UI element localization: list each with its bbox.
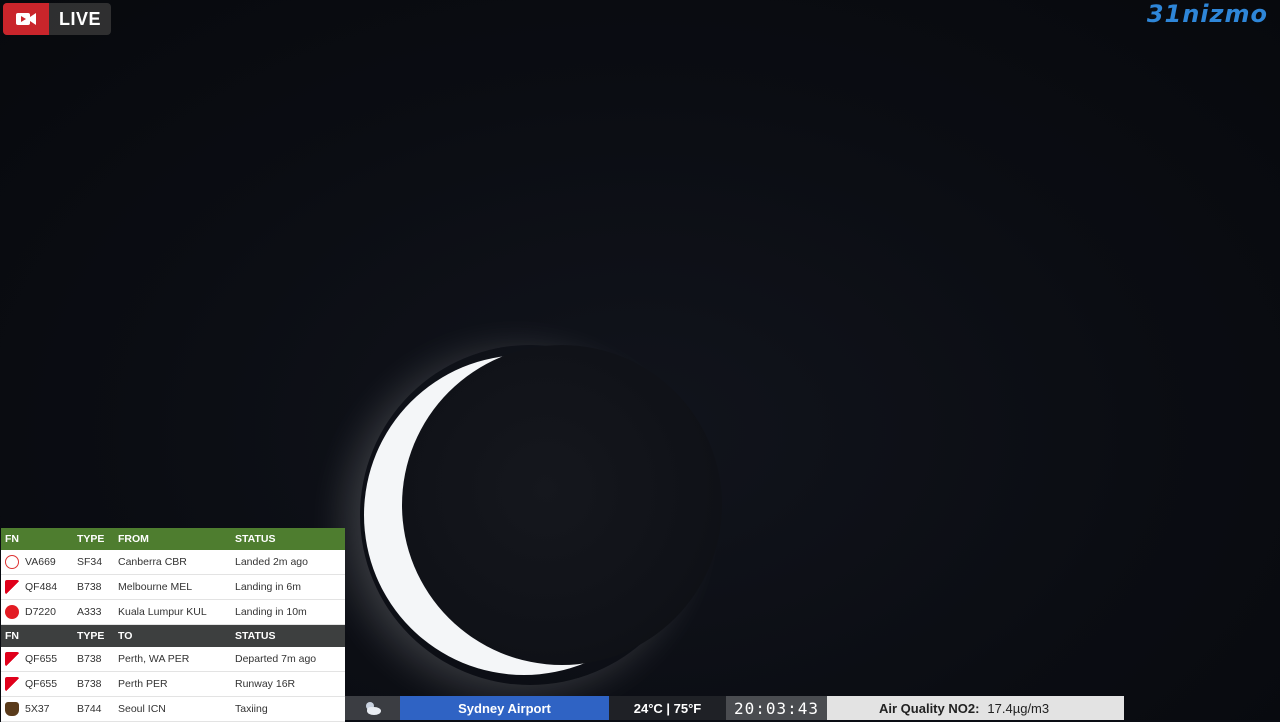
origin: Melbourne MEL <box>118 581 193 593</box>
air-quality-value: 17.4µg/m3 <box>987 700 1050 716</box>
location-label: Sydney Airport <box>400 696 609 720</box>
live-label: LIVE <box>59 8 102 29</box>
qantas-icon <box>5 677 19 691</box>
arrival-row: QF484 B738 Melbourne MEL Landing in 6m <box>1 575 345 600</box>
virgin-australia-icon <box>5 555 19 569</box>
origin: Canberra CBR <box>118 556 187 568</box>
flight-number: 5X37 <box>25 703 50 715</box>
aircraft-type: B744 <box>77 703 102 715</box>
col-type: TYPE <box>77 630 105 642</box>
col-type: TYPE <box>77 533 105 545</box>
col-status: STATUS <box>235 630 276 642</box>
ups-icon <box>5 702 19 716</box>
flight-board: FN TYPE FROM STATUS VA669 SF34 Canberra … <box>1 528 345 722</box>
departure-row: QF655 B738 Perth PER Runway 16R <box>1 672 345 697</box>
col-fn: FN <box>5 533 19 545</box>
air-quality-label: Air Quality NO2: <box>879 700 980 716</box>
arrival-row: D7220 A333 Kuala Lumpur KUL Landing in 1… <box>1 600 345 625</box>
clock: 20:03:43 <box>726 696 827 720</box>
aircraft-type: B738 <box>77 653 102 665</box>
departures-header: FN TYPE TO STATUS <box>1 625 345 647</box>
aircraft-type: A333 <box>77 606 102 618</box>
destination: Perth PER <box>118 678 168 690</box>
aircraft-type: B738 <box>77 581 102 593</box>
destination: Perth, WA PER <box>118 653 190 665</box>
moon-earthshine <box>402 345 722 665</box>
status-bar: Sydney Airport 24°C | 75°F 20:03:43 Air … <box>345 696 1124 720</box>
flight-status: Departed 7m ago <box>235 653 317 665</box>
flight-number: QF655 <box>25 653 58 665</box>
aircraft-type: SF34 <box>77 556 103 568</box>
arrivals-header: FN TYPE FROM STATUS <box>1 528 345 550</box>
col-fn: FN <box>5 630 19 642</box>
flight-status: Landing in 10m <box>235 606 307 618</box>
aircraft-type: B738 <box>77 678 102 690</box>
col-status: STATUS <box>235 533 276 545</box>
camera-icon <box>3 3 49 35</box>
origin: Kuala Lumpur KUL <box>118 606 207 618</box>
flight-status: Runway 16R <box>235 678 296 690</box>
col-from: FROM <box>118 533 149 545</box>
flight-status: Taxiing <box>235 703 268 715</box>
flight-number: D7220 <box>25 606 56 618</box>
crescent-moon <box>360 345 722 685</box>
airasia-icon <box>5 605 19 619</box>
qantas-icon <box>5 580 19 594</box>
flight-number: VA669 <box>25 556 56 568</box>
arrival-row: VA669 SF34 Canberra CBR Landed 2m ago <box>1 550 345 575</box>
col-to: TO <box>118 630 133 642</box>
departure-row: 5X37 B744 Seoul ICN Taxiing <box>1 697 345 722</box>
air-quality: Air Quality NO2: 17.4µg/m3 <box>827 696 1124 720</box>
temperature: 24°C | 75°F <box>609 696 726 720</box>
flight-status: Landed 2m ago <box>235 556 308 568</box>
departure-row: QF655 B738 Perth, WA PER Departed 7m ago <box>1 647 345 672</box>
qantas-icon <box>5 652 19 666</box>
destination: Seoul ICN <box>118 703 166 715</box>
live-badge: LIVE <box>3 3 111 35</box>
flight-number: QF484 <box>25 581 58 593</box>
partly-cloudy-night-icon <box>345 696 400 720</box>
flight-number: QF655 <box>25 678 58 690</box>
brand-logo: 31nizmo <box>1146 0 1268 28</box>
flight-status: Landing in 6m <box>235 581 301 593</box>
